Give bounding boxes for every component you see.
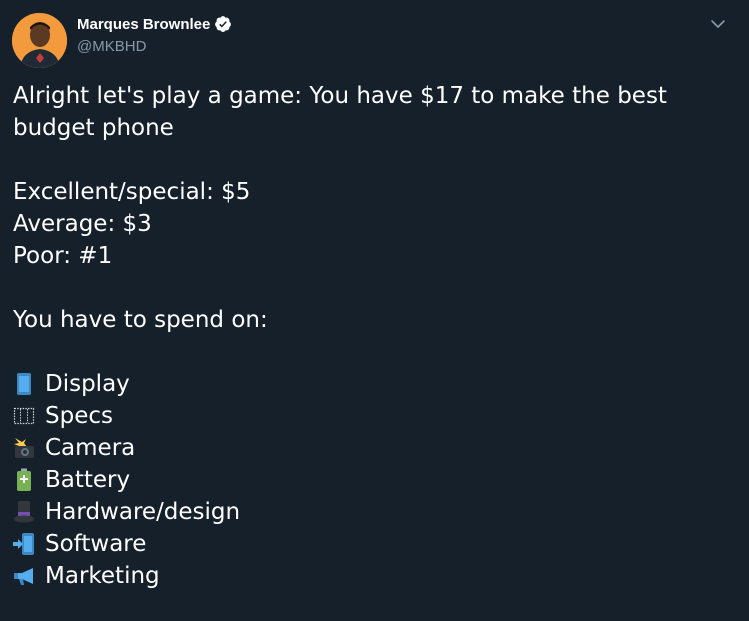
- mobile-phone-emoji-icon: [13, 372, 35, 396]
- list-item: Camera: [13, 432, 735, 464]
- author-handle[interactable]: @MKBHD: [77, 38, 232, 55]
- tweet-text: Alright let's play a game: You have $17 …: [13, 80, 735, 592]
- abacus-emoji-icon: [13, 404, 35, 428]
- list-item: Marketing: [13, 560, 735, 592]
- tweet: Marques Brownlee @MKBHD Alright let's pl…: [0, 0, 749, 621]
- list-item: Hardware/design: [13, 496, 735, 528]
- battery-emoji-icon: [13, 468, 35, 492]
- verified-badge-icon: [214, 15, 232, 33]
- chevron-down-icon[interactable]: [708, 14, 728, 34]
- tier-average: Average: $3: [13, 211, 152, 237]
- list-item: Battery: [13, 464, 735, 496]
- author-name-row: Marques Brownlee: [77, 14, 232, 34]
- list-item-label: Hardware/design: [45, 499, 241, 525]
- tweet-intro: Alright let's play a game: You have $17 …: [13, 83, 667, 141]
- list-item: Specs: [13, 400, 735, 432]
- camera-flash-emoji-icon: [13, 436, 35, 460]
- list-item-label: Marketing: [45, 563, 160, 589]
- author-block: Marques Brownlee @MKBHD: [77, 14, 232, 55]
- avatar-photo: [12, 13, 67, 68]
- list-item: Display: [13, 368, 735, 400]
- top-hat-emoji-icon: [13, 500, 35, 524]
- list-item-label: Specs: [45, 403, 113, 429]
- tier-excellent: Excellent/special: $5: [13, 179, 251, 205]
- megaphone-emoji-icon: [13, 564, 35, 588]
- mobile-arrow-emoji-icon: [13, 532, 35, 556]
- list-item-label: Battery: [45, 467, 131, 493]
- list-item-label: Camera: [45, 435, 136, 461]
- author-avatar[interactable]: [12, 13, 67, 68]
- list-item-label: Display: [45, 371, 130, 397]
- spend-prompt: You have to spend on:: [13, 307, 268, 333]
- tier-poor: Poor: #1: [13, 243, 113, 269]
- list-item-label: Software: [45, 531, 147, 557]
- list-item: Software: [13, 528, 735, 560]
- author-name[interactable]: Marques Brownlee: [77, 16, 210, 33]
